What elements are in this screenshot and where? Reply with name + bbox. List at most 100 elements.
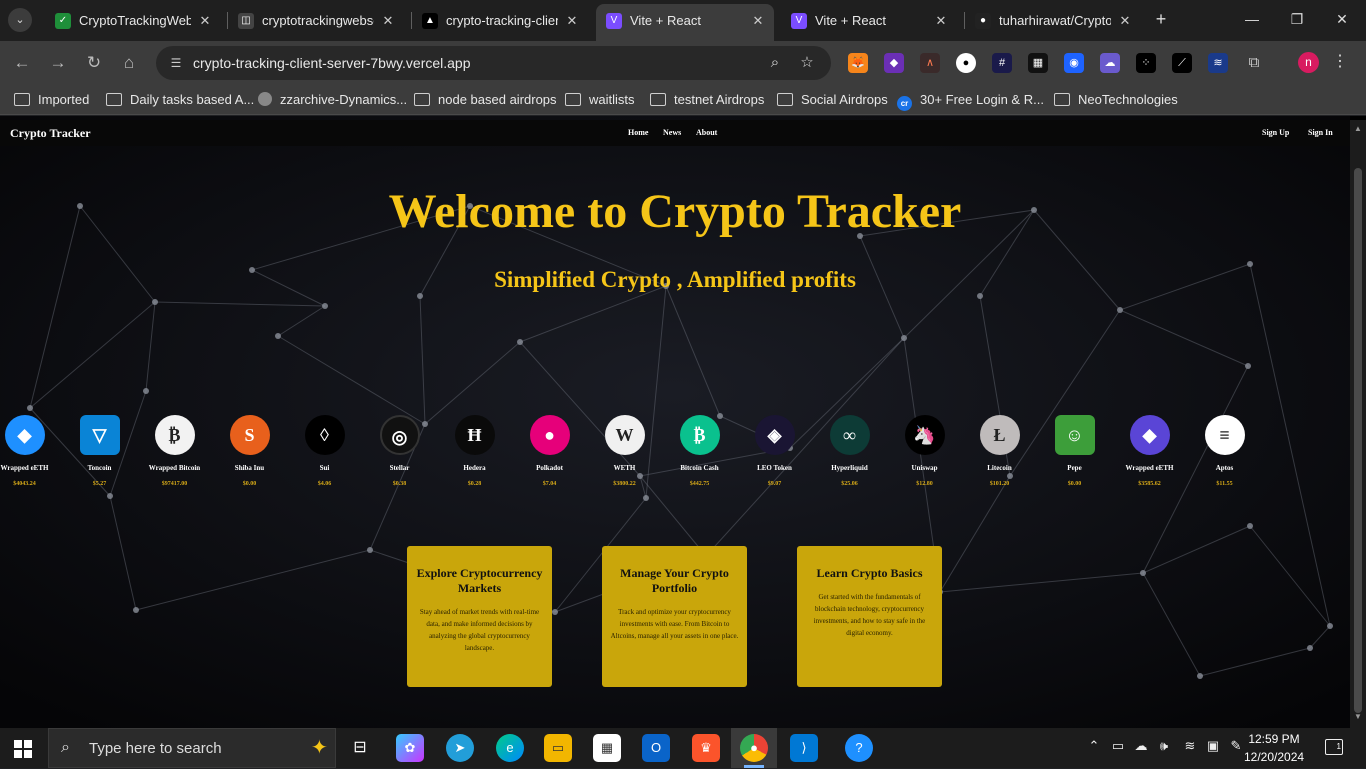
bookmark-item[interactable]: waitlists [565,85,635,115]
bookmark-item[interactable]: Imported [14,85,89,115]
close-tab-icon[interactable]: ✕ [380,6,396,35]
browser-tab[interactable]: ▲ crypto-tracking-client ✕ [412,6,588,35]
browser-tab[interactable]: V Vite + React ✕ [596,4,774,41]
bookmark-item[interactable]: Daily tasks based A... [106,85,254,115]
browser-tab[interactable]: ● tuharhirawat/CryptoT ✕ [965,6,1141,35]
browser-tab[interactable]: ◫ cryptotrackingwebsev ✕ [228,6,404,35]
file-explorer-icon[interactable]: ▭ [544,734,572,762]
close-tab-icon[interactable]: ✕ [1117,6,1133,35]
close-window-button[interactable]: ✕ [1322,8,1362,30]
coin-item[interactable]: ◈ LEO Token $9.07 [737,412,812,487]
feature-card-portfolio[interactable]: Manage Your Crypto Portfolio Track and o… [602,546,747,687]
sign-up-link[interactable]: Sign Up [1262,128,1289,137]
close-tab-icon[interactable]: ✕ [750,4,766,37]
tray-app-icon[interactable]: ▭ [1108,738,1128,754]
extension-icon[interactable]: ◆ [884,53,904,73]
vscode-icon[interactable]: ⟩ [790,734,818,762]
url-text[interactable]: crypto-tracking-client-server-7bwy.verce… [193,46,471,80]
scrollbar-thumb[interactable] [1354,168,1362,713]
browser-tab[interactable]: ✓ CryptoTrackingWebSe ✕ [45,6,221,35]
coin-item[interactable]: ▽ Toncoin $5.27 [62,412,137,487]
coin-item[interactable]: ● Polkadot $7.04 [512,412,587,487]
close-tab-icon[interactable]: ✕ [933,6,949,35]
extension-icon[interactable]: ● [956,53,976,73]
copilot-icon[interactable]: ✿ [396,734,424,762]
address-bar[interactable]: ☰ crypto-tracking-client-server-7bwy.ver… [156,46,831,80]
close-tab-icon[interactable]: ✕ [564,6,580,35]
extension-icon[interactable]: ◉ [1064,53,1084,73]
nav-link-news[interactable]: News [663,128,681,137]
coin-item[interactable]: 🦄 Uniswap $12.80 [887,412,962,487]
reload-button[interactable]: ↻ [82,51,106,75]
extensions-puzzle-icon[interactable]: ⧉ [1244,53,1264,73]
extension-icon[interactable]: ≋ [1208,53,1228,73]
close-tab-icon[interactable]: ✕ [197,6,213,35]
extension-icon[interactable]: ▦ [1028,53,1048,73]
nav-link-about[interactable]: About [696,128,717,137]
edge-icon[interactable]: e [496,734,524,762]
tab-search-button[interactable]: ⌄ [8,8,32,32]
back-button[interactable]: ← [10,51,34,75]
bookmark-item[interactable]: NeoTechnologies [1054,85,1178,115]
device-icon[interactable]: ▣ [1203,738,1223,754]
browser-menu-icon[interactable]: ⋮ [1330,51,1350,73]
minimize-button[interactable]: — [1232,8,1272,30]
scroll-up-arrow-icon[interactable]: ▲ [1350,124,1366,133]
extension-icon[interactable]: ⟋ [1172,53,1192,73]
coin-item[interactable]: W WETH $3800.22 [587,412,662,487]
extension-icon[interactable]: ∧ [920,53,940,73]
page-scrollbar[interactable]: ▲ ▼ [1350,120,1366,728]
pen-icon[interactable]: ✎ [1226,738,1246,754]
sign-in-link[interactable]: Sign In [1308,128,1333,137]
coin-item[interactable]: Ł Litecoin $101.20 [962,412,1037,487]
coin-item[interactable]: ≡ Aptos $11.55 [1187,412,1262,487]
volume-icon[interactable]: 🕪 [1154,738,1174,754]
bookmark-item[interactable]: node based airdrops [414,85,557,115]
coin-item[interactable]: ₿ Wrapped Bitcoin $97417.00 [137,412,212,487]
extension-icon[interactable]: ☁ [1100,53,1120,73]
scroll-down-arrow-icon[interactable]: ▼ [1350,712,1366,721]
notification-center-icon[interactable]: 1 [1325,739,1343,755]
wifi-icon[interactable]: ≋ [1180,738,1200,754]
feature-card-learn[interactable]: Learn Crypto Basics Get started with the… [797,546,942,687]
onedrive-icon[interactable]: ☁ [1131,738,1151,754]
site-info-icon[interactable]: ☰ [166,53,186,73]
bookmark-item[interactable]: Social Airdrops [777,85,888,115]
coin-item[interactable]: ☺ Pepe $0.00 [1037,412,1112,487]
feature-card-markets[interactable]: Explore Cryptocurrency Markets Stay ahea… [407,546,552,687]
coin-item[interactable]: ◎ Stellar $0.38 [362,412,437,487]
coin-item[interactable]: Ħ Hedera $0.28 [437,412,512,487]
coin-item[interactable]: ∞ Hyperliquid $25.06 [812,412,887,487]
telegram-icon[interactable]: ➤ [446,734,474,762]
task-view-icon[interactable]: ⊟ [346,734,374,762]
coin-item[interactable]: ₿ Bitcoin Cash $442.75 [662,412,737,487]
tray-overflow-icon[interactable]: ⌃ [1084,738,1104,754]
nav-link-home[interactable]: Home [628,128,648,137]
site-brand[interactable]: Crypto Tracker [10,126,91,141]
browser-tab[interactable]: V Vite + React ✕ [781,6,957,35]
outlook-icon[interactable]: O [642,734,670,762]
metamask-extension-icon[interactable]: 🦊 [848,53,868,73]
bookmark-item[interactable]: cr 30+ Free Login & R... [897,85,1044,115]
taskbar-search-box[interactable]: ⌕ Type here to search ✦ [48,728,336,768]
microsoft-store-icon[interactable]: ▦ [593,734,621,762]
brave-icon[interactable]: ♛ [692,734,720,762]
coin-item[interactable]: ◆ Wrapped eETH $3585.62 [1112,412,1187,487]
coin-item[interactable]: S Shiba Inu $0.00 [212,412,287,487]
help-icon[interactable]: ? [845,734,873,762]
maximize-button[interactable]: ❐ [1277,8,1317,30]
bookmark-item[interactable]: zzarchive-Dynamics... [258,85,407,115]
bookmark-star-icon[interactable]: ☆ [797,53,817,73]
profile-avatar[interactable]: n [1298,52,1319,73]
coin-item[interactable]: ◆ Wrapped eETH $4043.24 [0,412,62,487]
chrome-icon[interactable]: ● [740,734,768,762]
new-tab-button[interactable]: + [1151,8,1171,30]
windows-start-icon[interactable] [14,740,32,758]
forward-button[interactable]: → [46,51,70,75]
home-button[interactable]: ⌂ [117,51,141,75]
extension-icon[interactable]: ⁘ [1136,53,1156,73]
zoom-icon[interactable]: ⌕ [765,53,785,73]
bookmark-item[interactable]: testnet Airdrops [650,85,764,115]
coin-item[interactable]: ◊ Sui $4.06 [287,412,362,487]
extension-icon[interactable]: # [992,53,1012,73]
